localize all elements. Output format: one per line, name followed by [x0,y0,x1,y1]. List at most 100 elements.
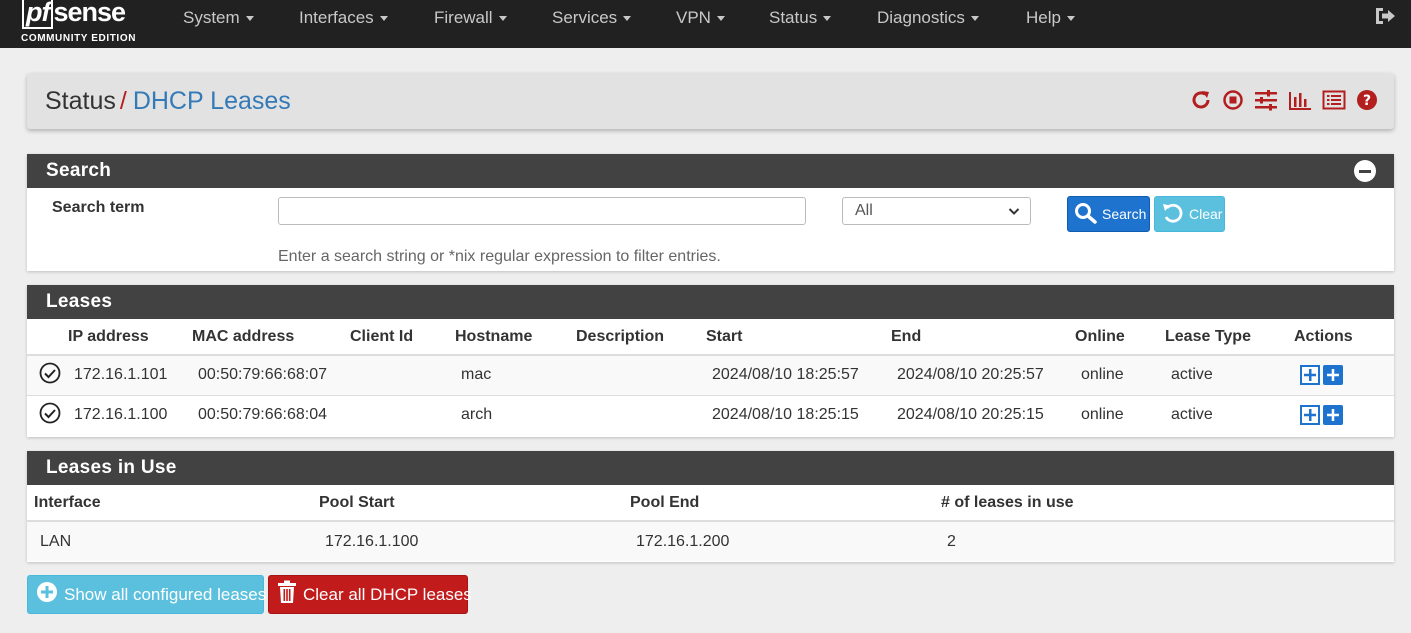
cell-client-id [350,394,455,435]
add-wol-mapping-icon[interactable] [1323,405,1343,426]
check-circle-icon [39,402,61,428]
cell-client-id [350,354,455,395]
col-description[interactable]: Description [576,319,706,356]
help-icon[interactable]: ? [1356,89,1378,111]
cell-interface: LAN [27,520,313,561]
table-row: 172.16.1.100 00:50:79:66:68:04 arch 2024… [27,394,1394,435]
nav-services[interactable]: Services [552,0,632,36]
plus-circle-icon [36,581,58,608]
leases-in-use-panel-header: Leases in Use [27,451,1394,485]
col-ip-address[interactable]: IP address [68,319,192,356]
stop-service-icon[interactable] [1222,89,1244,111]
search-help-text: Enter a search string or *nix regular ex… [278,248,721,265]
col-pool-end[interactable]: Pool End [624,485,935,522]
cell-ip: 172.16.1.100 [68,394,192,435]
cell-pool-end: 172.16.1.200 [624,520,935,561]
caret-down-icon [623,16,632,22]
caret-down-icon [716,16,725,22]
caret-down-icon [970,16,979,22]
logo-pf: pf [22,0,54,29]
nav-status[interactable]: Status [769,0,832,36]
add-wol-mapping-icon[interactable] [1323,365,1343,386]
cell-description [576,394,706,435]
search-field-select[interactable]: All [842,197,1031,225]
clear-all-leases-button[interactable]: Clear all DHCP leases [268,575,472,614]
nav-diagnostics[interactable]: Diagnostics [877,0,979,36]
col-interface[interactable]: Interface [27,485,313,522]
top-navbar: pf sense COMMUNITY EDITION System Interfa… [0,0,1411,48]
table-row: LAN 172.16.1.100 172.16.1.200 2 [27,520,1394,561]
cell-pool-start: 172.16.1.100 [313,520,624,561]
cell-end: 2024/08/10 20:25:57 [891,354,1075,395]
leases-in-use-table: Interface Pool Start Pool End # of lease… [27,485,1394,561]
col-start[interactable]: Start [706,319,891,356]
col-end[interactable]: End [891,319,1075,356]
nav-firewall[interactable]: Firewall [434,0,507,36]
cell-online: online [1075,394,1165,435]
breadcrumb-dhcp-leases[interactable]: DHCP Leases [133,87,291,115]
nav-interfaces[interactable]: Interfaces [299,0,388,36]
col-pool-start[interactable]: Pool Start [313,485,624,522]
restart-service-icon[interactable] [1190,89,1212,111]
col-mac-address[interactable]: MAC address [192,319,350,356]
cell-hostname: arch [455,394,576,435]
cell-ip: 172.16.1.101 [68,354,192,395]
search-input[interactable] [278,197,806,225]
clear-button[interactable]: Clear [1154,196,1225,232]
leases-table: IP address MAC address Client Id Hostnam… [27,319,1394,435]
search-icon [1074,202,1098,227]
cell-hostname: mac [455,354,576,395]
caret-down-icon [823,16,832,22]
logo-edition: COMMUNITY EDITION [21,33,137,44]
leases-panel: Leases IP address MAC address Client Id … [27,285,1394,437]
col-leases-in-use[interactable]: # of leases in use [935,485,1394,522]
nav-vpn[interactable]: VPN [676,0,725,36]
check-circle-icon [39,362,61,388]
breadcrumb: Status / DHCP Leases [45,87,291,116]
cell-start: 2024/08/10 18:25:57 [706,354,891,395]
svg-text:?: ? [1363,93,1371,109]
breadcrumb-status[interactable]: Status [45,87,116,115]
cell-lease-count: 2 [935,520,1394,561]
leases-panel-header: Leases [27,285,1394,319]
breadcrumb-separator: / [119,87,127,115]
header-icons: ? [1190,89,1378,111]
cell-mac: 00:50:79:66:68:04 [192,394,350,435]
add-static-mapping-icon[interactable] [1300,405,1320,426]
col-online[interactable]: Online [1075,319,1165,356]
pfsense-logo[interactable]: pf sense COMMUNITY EDITION [20,0,150,48]
search-button[interactable]: Search [1067,196,1150,232]
undo-icon [1161,202,1185,227]
settings-sliders-icon[interactable] [1254,89,1278,111]
table-row: 172.16.1.101 00:50:79:66:68:07 mac 2024/… [27,354,1394,395]
show-all-leases-button[interactable]: Show all configured leases [27,575,266,614]
cell-end: 2024/08/10 20:25:15 [891,394,1075,435]
col-lease-type[interactable]: Lease Type [1165,319,1294,356]
log-list-icon[interactable] [1322,89,1346,111]
search-panel-header: Search [27,154,1394,188]
cell-lease-type: active [1165,394,1294,435]
search-panel: Search Search term All Search Clear Ente… [27,154,1394,271]
chevron-down-icon [1008,204,1020,222]
caret-down-icon [498,16,507,22]
add-static-mapping-icon[interactable] [1300,365,1320,386]
nav-system[interactable]: System [183,0,254,36]
col-hostname[interactable]: Hostname [455,319,576,356]
page-header: Status / DHCP Leases ? [27,73,1394,129]
cell-mac: 00:50:79:66:68:07 [192,354,350,395]
cell-start: 2024/08/10 18:25:15 [706,394,891,435]
col-actions: Actions [1294,319,1394,356]
caret-down-icon [245,16,254,22]
nav-help[interactable]: Help [1026,0,1075,36]
logout-icon[interactable] [1374,6,1396,26]
leases-in-use-panel: Leases in Use Interface Pool Start Pool … [27,451,1394,562]
caret-down-icon [1066,16,1075,22]
bar-chart-icon[interactable] [1288,89,1312,111]
cell-description [576,354,706,395]
search-term-label: Search term [52,199,145,216]
logo-sense: sense [53,0,126,27]
collapse-minus-icon[interactable] [1354,160,1376,182]
cell-online: online [1075,354,1165,395]
col-client-id[interactable]: Client Id [350,319,455,356]
trash-icon [277,580,297,609]
